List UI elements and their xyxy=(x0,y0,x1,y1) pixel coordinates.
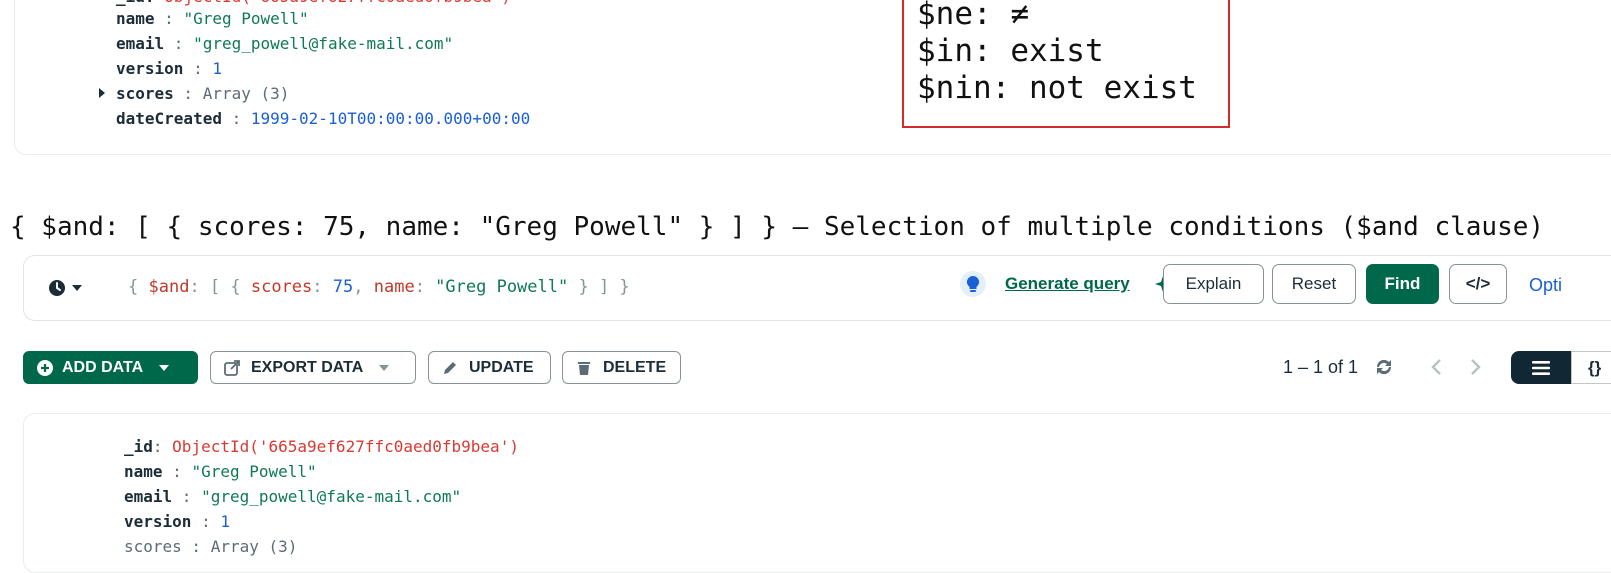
object-id-value: ObjectId('665a9ef627ffc0aed0fb9bea') xyxy=(172,437,519,456)
field-value: "greg_powell@fake-mail.com" xyxy=(193,34,454,53)
previous-document-card: _id: ObjectId('665a9ef627ffc0aed0fb9bea'… xyxy=(14,0,1611,155)
field-value: 1 xyxy=(220,512,230,531)
refresh-icon[interactable] xyxy=(1373,356,1395,378)
field-key: version xyxy=(116,59,184,78)
trash-icon xyxy=(575,359,593,377)
document-field: email : "greg_powell@fake-mail.com" xyxy=(124,487,462,506)
operator-note-box: $ne: ≠ $in: exist $nin: not exist xyxy=(902,0,1230,128)
plus-circle-icon xyxy=(36,359,54,377)
json-view-toggle[interactable]: {} xyxy=(1571,351,1611,384)
field-value: "greg_powell@fake-mail.com" xyxy=(201,487,462,506)
pencil-icon xyxy=(441,359,459,377)
document-field[interactable]: scores : Array (3) xyxy=(116,84,289,103)
query-input[interactable]: { $and: [ { scores: 75, name: "Greg Powe… xyxy=(128,277,630,297)
query-history-icon[interactable] xyxy=(48,279,82,297)
export-data-button[interactable]: EXPORT DATA xyxy=(210,351,416,384)
list-view-toggle[interactable] xyxy=(1511,351,1571,384)
pagination-text: 1 – 1 of 1 xyxy=(1283,357,1359,377)
export-icon xyxy=(223,359,241,377)
code-view-button[interactable]: </> xyxy=(1449,264,1507,304)
next-page-icon[interactable] xyxy=(1469,357,1483,377)
lightbulb-icon xyxy=(960,271,986,297)
json-view-icon: {} xyxy=(1588,357,1602,377)
section-headline: { $and: [ { scores: 75, name: "Greg Powe… xyxy=(10,212,1545,242)
field-key: name xyxy=(124,462,163,481)
note-line: $nin: not exist xyxy=(917,70,1197,106)
document-field: name : "Greg Powell" xyxy=(116,9,309,28)
previous-id-line: _id: ObjectId('665a9ef627ffc0aed0fb9bea'… xyxy=(116,0,511,6)
note-line: $ne: ≠ xyxy=(917,0,1029,32)
result-document-card: _id: ObjectId('665a9ef627ffc0aed0fb9bea'… xyxy=(23,413,1611,573)
chevron-down-icon xyxy=(159,364,170,371)
field-key: version xyxy=(124,512,192,531)
explain-button[interactable]: Explain xyxy=(1163,264,1264,304)
field-value: 1 xyxy=(212,59,222,78)
document-id-field: _id: ObjectId('665a9ef627ffc0aed0fb9bea'… xyxy=(124,437,519,456)
field-key: dateCreated xyxy=(116,109,222,128)
document-field: name : "Greg Powell" xyxy=(124,462,317,481)
field-value: "Greg Powell" xyxy=(191,462,317,481)
field-value: "Greg Powell" xyxy=(183,9,309,28)
field-key: name xyxy=(116,9,155,28)
field-key: email xyxy=(116,34,165,53)
code-icon: </> xyxy=(1465,274,1491,293)
field-value: Array (3) xyxy=(202,84,290,103)
list-view-icon xyxy=(1532,360,1550,375)
chevron-down-icon xyxy=(379,364,390,371)
note-line: $in: exist xyxy=(917,33,1104,69)
reset-button[interactable]: Reset xyxy=(1272,264,1356,304)
previous-page-icon[interactable] xyxy=(1429,357,1443,377)
delete-button[interactable]: DELETE xyxy=(562,351,681,384)
document-field: dateCreated : 1999-02-10T00:00:00.000+00… xyxy=(116,109,531,128)
field-key: email xyxy=(124,487,173,506)
document-field: version : 1 xyxy=(116,59,222,78)
field-key: scores xyxy=(116,84,174,103)
field-value: 1999-02-10T00:00:00.000+00:00 xyxy=(250,109,531,128)
find-button[interactable]: Find xyxy=(1366,264,1439,304)
update-button[interactable]: UPDATE xyxy=(428,351,551,384)
expand-scores-icon[interactable] xyxy=(99,88,105,98)
document-field: version : 1 xyxy=(124,512,230,531)
query-bar: { $and: [ { scores: 75, name: "Greg Powe… xyxy=(23,255,1611,321)
generate-query-link[interactable]: Generate query xyxy=(1005,274,1130,294)
add-data-button[interactable]: ADD DATA xyxy=(23,351,198,384)
options-link[interactable]: Opti xyxy=(1529,275,1562,296)
document-field: email : "greg_powell@fake-mail.com" xyxy=(116,34,454,53)
